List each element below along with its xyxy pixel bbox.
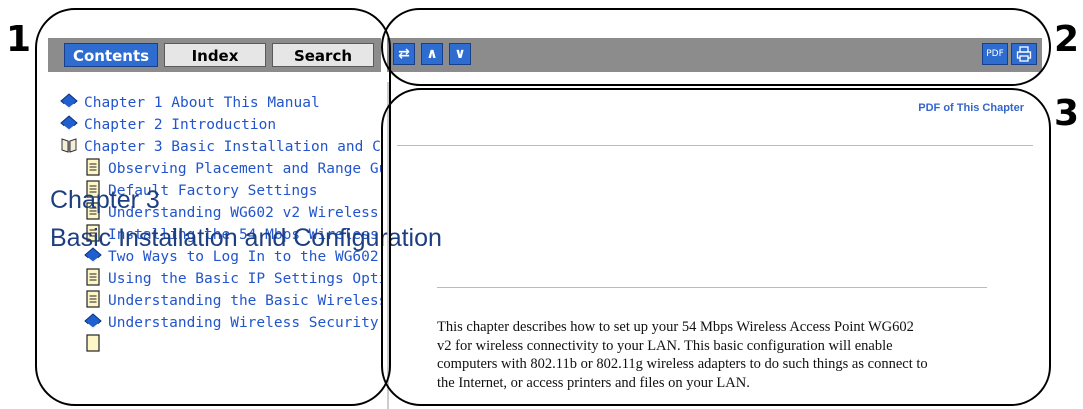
callout-region-3 bbox=[381, 88, 1051, 406]
callout-number-1: 1 bbox=[6, 19, 32, 60]
callout-number-3: 3 bbox=[1054, 93, 1080, 134]
callout-region-1 bbox=[35, 8, 391, 406]
callout-region-2 bbox=[381, 8, 1051, 86]
callout-number-2: 2 bbox=[1054, 19, 1080, 60]
